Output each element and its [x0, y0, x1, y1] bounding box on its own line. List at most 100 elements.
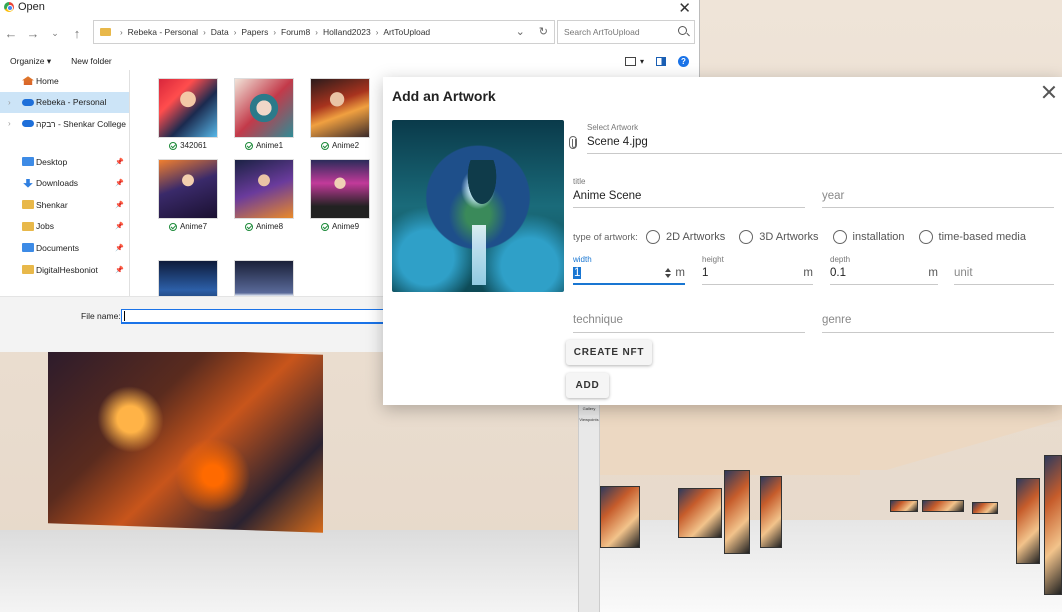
number-stepper-icon[interactable]: [665, 268, 671, 278]
search-placeholder: Search ArtToUpload: [564, 27, 640, 37]
file-item[interactable]: [157, 260, 219, 296]
back-icon[interactable]: ←: [0, 26, 22, 41]
gallery-artwork[interactable]: [1044, 455, 1062, 595]
file-name: Anime7: [179, 222, 208, 231]
search-input[interactable]: Search ArtToUpload: [557, 20, 695, 44]
pin-icon: 📌: [115, 244, 124, 252]
radio-time-based-media[interactable]: time-based media: [918, 230, 1026, 244]
gallery-far-floor: [600, 520, 1062, 612]
gallery-artwork[interactable]: [724, 470, 750, 554]
breadcrumb-separator: ›: [203, 27, 206, 37]
desktop-icon: [22, 157, 34, 167]
synced-check-icon: [168, 222, 177, 231]
sidebar-item-documents[interactable]: Documents 📌: [0, 237, 129, 259]
radio-3d-artworks[interactable]: 3D Artworks: [739, 230, 819, 244]
file-item[interactable]: 342061: [157, 78, 219, 150]
year-field[interactable]: year: [822, 177, 1054, 208]
add-button[interactable]: ADD: [566, 373, 609, 398]
address-bar[interactable]: › Rebeka - Personal › Data › Papers › Fo…: [93, 20, 555, 44]
forward-icon[interactable]: →: [22, 26, 44, 41]
sidebar-item-home[interactable]: Home: [0, 70, 129, 92]
onedrive-icon: [22, 120, 34, 128]
file-name-input[interactable]: [121, 309, 391, 324]
onedrive-icon: [22, 98, 34, 106]
file-name: Anime8: [255, 222, 284, 231]
breadcrumb-item[interactable]: Papers: [241, 27, 268, 37]
gallery-toolbar-item[interactable]: Gallery: [579, 406, 599, 411]
sidebar-item-label: Documents: [36, 242, 79, 253]
file-item[interactable]: Anime7: [157, 159, 219, 231]
field-label: Select Artwork: [587, 123, 639, 132]
field-placeholder: technique: [573, 314, 623, 326]
chevron-down-icon[interactable]: ⌄: [516, 25, 525, 38]
gallery-artwork-large[interactable]: [48, 345, 323, 533]
documents-icon: [22, 243, 34, 253]
gallery-artwork[interactable]: [890, 500, 918, 512]
breadcrumb-item[interactable]: Rebeka - Personal: [128, 27, 198, 37]
close-icon[interactable]: [1042, 85, 1056, 99]
sidebar-item-digitalhesboniot[interactable]: DigitalHesboniot 📌: [0, 259, 129, 281]
gallery-artwork[interactable]: [1016, 478, 1040, 564]
field-label: width: [573, 255, 592, 264]
gallery-artwork[interactable]: [600, 486, 640, 548]
file-item[interactable]: Anime2: [309, 78, 371, 150]
file-item[interactable]: [233, 260, 295, 296]
gallery-toolbar-item[interactable]: Viewpoints: [579, 417, 599, 422]
width-field[interactable]: width 1 m: [573, 255, 685, 285]
breadcrumb-item[interactable]: Forum8: [281, 27, 310, 37]
genre-field[interactable]: genre: [822, 303, 1054, 333]
file-item[interactable]: Anime8: [233, 159, 295, 231]
view-options-icon[interactable]: [624, 56, 636, 66]
breadcrumb-item[interactable]: Data: [211, 27, 229, 37]
refresh-icon[interactable]: ↻: [539, 25, 548, 38]
field-label: height: [702, 255, 724, 264]
preview-pane-icon[interactable]: [656, 56, 666, 66]
chevron-right-icon[interactable]: ›: [8, 98, 20, 107]
artwork-type-group: type of artwork: 2D Artworks 3D Artworks…: [573, 229, 1040, 245]
organize-button[interactable]: Organize ▾: [10, 56, 51, 67]
chevron-right-icon[interactable]: ›: [8, 119, 20, 128]
help-icon[interactable]: ?: [678, 55, 689, 67]
sidebar-item-desktop[interactable]: Desktop 📌: [0, 151, 129, 173]
technique-field[interactable]: technique: [573, 303, 805, 333]
navigation-bar: ← → ⌄ ↑ › Rebeka - Personal › Data › Pap…: [0, 20, 699, 46]
gallery-artwork[interactable]: [678, 488, 722, 538]
unit-field[interactable]: unit: [954, 255, 1054, 285]
gallery-artwork[interactable]: [972, 502, 998, 514]
breadcrumb-item[interactable]: Holland2023: [323, 27, 371, 37]
radio-2d-artworks[interactable]: 2D Artworks: [645, 230, 725, 244]
pin-icon: 📌: [115, 266, 124, 274]
radio-installation[interactable]: installation: [832, 230, 905, 244]
chevron-down-icon[interactable]: ▾: [640, 57, 644, 66]
sidebar-item-shenkar-college[interactable]: › רבקה - Shenkar College: [0, 113, 129, 135]
radio-icon: [739, 230, 754, 244]
title-field[interactable]: title Anime Scene: [573, 177, 805, 208]
sidebar-item-downloads[interactable]: Downloads 📌: [0, 172, 129, 194]
depth-field[interactable]: depth 0.1 m: [830, 255, 938, 285]
file-name: Anime1: [255, 141, 284, 150]
sidebar-item-jobs[interactable]: Jobs 📌: [0, 216, 129, 238]
folder-icon: [22, 200, 34, 210]
pin-icon: 📌: [115, 180, 124, 188]
close-icon[interactable]: ✕: [678, 0, 691, 17]
file-name-label: File name:: [81, 311, 121, 321]
sidebar-item-rebeka-personal[interactable]: › Rebeka - Personal: [0, 91, 129, 114]
gallery-artwork[interactable]: [922, 500, 964, 512]
breadcrumb-item[interactable]: ArtToUpload: [383, 27, 430, 37]
select-artwork-field[interactable]: Select Artwork Scene 4.jpg: [587, 123, 1062, 154]
create-nft-button[interactable]: CREATE NFT: [566, 340, 652, 365]
up-icon[interactable]: ↑: [66, 26, 88, 41]
paperclip-icon[interactable]: [569, 136, 577, 149]
chevron-down-icon[interactable]: ⌄: [44, 28, 66, 39]
new-folder-button[interactable]: New folder: [71, 56, 112, 66]
sidebar-item-label: Desktop: [36, 156, 68, 167]
gallery-artwork[interactable]: [760, 476, 782, 548]
sidebar-item-label: Jobs: [36, 221, 54, 232]
file-item[interactable]: Anime1: [233, 78, 295, 150]
breadcrumb-separator: ›: [120, 27, 123, 37]
height-field[interactable]: height 1 m: [702, 255, 813, 285]
field-value: 1: [573, 267, 582, 279]
sidebar-item-shenkar[interactable]: Shenkar 📌: [0, 194, 129, 216]
file-item[interactable]: Anime9: [309, 159, 371, 231]
pin-icon: 📌: [115, 158, 124, 166]
